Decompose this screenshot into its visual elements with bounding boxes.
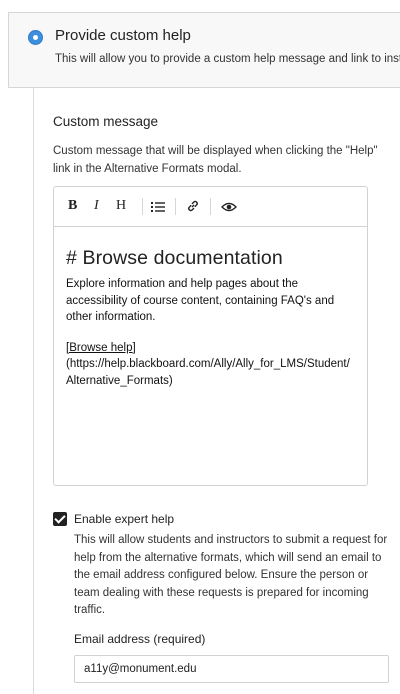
option-title: Provide custom help bbox=[55, 27, 191, 44]
bulleted-list-icon[interactable] bbox=[151, 201, 165, 213]
toolbar-separator bbox=[175, 198, 176, 215]
markdown-editor[interactable]: B I H # Browse documentation Explore inf… bbox=[53, 186, 368, 486]
editor-link-text: [Browse help] bbox=[66, 341, 136, 354]
editor-paragraph-text: Explore information and help pages about… bbox=[66, 278, 335, 323]
custom-message-description: Custom message that will be displayed wh… bbox=[53, 145, 378, 175]
editor-link-url: (https://help.blackboard.com/Ally/Ally_f… bbox=[66, 358, 350, 387]
editor-link-markdown: [Browse help] (https://help.blackboard.c… bbox=[66, 340, 355, 390]
link-icon[interactable] bbox=[186, 199, 200, 213]
editor-toolbar: B I H bbox=[54, 187, 367, 227]
radio-selected-icon[interactable] bbox=[29, 31, 42, 44]
custom-message-title: Custom message bbox=[53, 114, 159, 129]
heading-button[interactable]: H bbox=[116, 198, 126, 214]
italic-button[interactable]: I bbox=[94, 198, 99, 214]
option-description: This will allow you to provide a custom … bbox=[55, 53, 400, 65]
editor-heading-text: # Browse documentation bbox=[66, 247, 283, 269]
expert-help-label[interactable]: Enable expert help bbox=[74, 512, 174, 526]
eye-icon[interactable] bbox=[221, 201, 237, 213]
email-field[interactable] bbox=[74, 655, 389, 683]
section-divider-line bbox=[33, 88, 34, 694]
email-label: Email address (required) bbox=[74, 632, 206, 646]
custom-help-option[interactable]: Provide custom help This will allow you … bbox=[8, 12, 400, 88]
toolbar-separator bbox=[210, 198, 211, 215]
bold-button[interactable]: B bbox=[68, 198, 77, 214]
expert-help-checkbox[interactable] bbox=[53, 512, 67, 526]
expert-help-description: This will allow students and instructors… bbox=[74, 534, 388, 616]
editor-content[interactable]: # Browse documentation Explore informati… bbox=[54, 247, 367, 389]
toolbar-separator bbox=[142, 198, 143, 215]
